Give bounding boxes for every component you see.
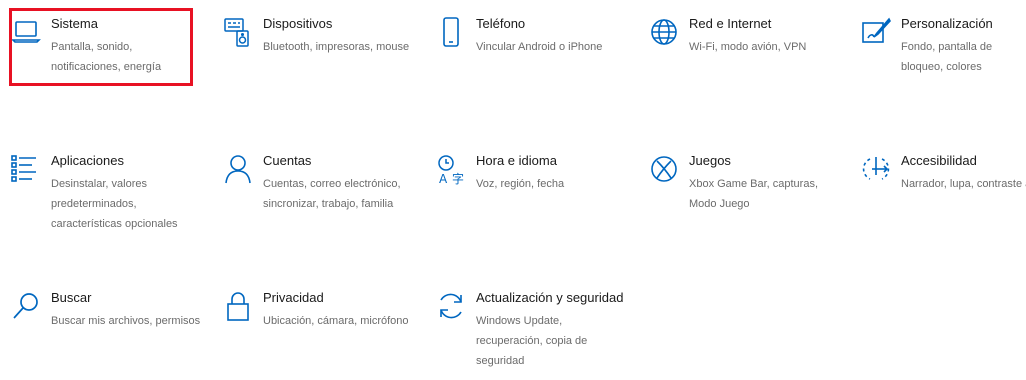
globe-icon xyxy=(648,16,680,48)
setting-hora-idioma[interactable]: A 字 Hora e idioma Voz, región, fecha xyxy=(435,153,615,243)
setting-title: Dispositivos xyxy=(263,16,333,31)
setting-dispositivos[interactable]: Dispositivos Bluetooth, impresoras, mous… xyxy=(222,16,412,106)
svg-text:字: 字 xyxy=(452,171,464,185)
setting-description: Desinstalar, valores predeterminados, ca… xyxy=(51,178,178,230)
setting-description: Bluetooth, impresoras, mouse xyxy=(263,41,410,53)
setting-title: Teléfono xyxy=(476,16,526,31)
setting-privacidad[interactable]: Privacidad Ubicación, cámara, micrófono xyxy=(222,290,412,380)
setting-title: Red e Internet xyxy=(689,16,772,31)
setting-description: Buscar mis archivos, permisos xyxy=(51,315,201,327)
setting-title: Privacidad xyxy=(263,290,324,305)
setting-title: Aplicaciones xyxy=(51,153,124,168)
devices-icon xyxy=(222,16,254,48)
search-icon xyxy=(10,290,42,322)
setting-red-internet[interactable]: Red e Internet Wi-Fi, modo avión, VPN xyxy=(648,16,828,106)
setting-title: Accesibilidad xyxy=(901,153,977,168)
svg-text:A: A xyxy=(439,172,448,185)
person-icon xyxy=(222,153,254,185)
setting-description: Xbox Game Bar, capturas, Modo Juego xyxy=(689,178,819,210)
lock-icon xyxy=(222,290,254,322)
refresh-icon xyxy=(435,290,467,322)
setting-aplicaciones[interactable]: Aplicaciones Desinstalar, valores predet… xyxy=(10,153,190,243)
setting-title: Buscar xyxy=(51,290,92,305)
setting-description: Cuentas, correo electrónico, sincronizar… xyxy=(263,178,401,210)
setting-accesibilidad[interactable]: Accesibilidad Narrador, lupa, contraste … xyxy=(860,153,1026,243)
setting-title: Cuentas xyxy=(263,153,312,168)
setting-juegos[interactable]: Juegos Xbox Game Bar, capturas, Modo Jue… xyxy=(648,153,828,243)
setting-title: Personalización xyxy=(901,16,993,31)
accessibility-icon xyxy=(860,153,892,185)
setting-description: Ubicación, cámara, micrófono xyxy=(263,315,409,327)
setting-description: Vincular Android o iPhone xyxy=(476,41,603,53)
setting-title: Actualización y seguridad xyxy=(476,290,624,305)
phone-icon xyxy=(435,16,467,48)
setting-description: Wi-Fi, modo avión, VPN xyxy=(689,41,807,53)
setting-buscar[interactable]: Buscar Buscar mis archivos, permisos xyxy=(10,290,200,380)
apps-list-icon xyxy=(10,153,42,185)
xbox-icon xyxy=(648,153,680,185)
setting-description: Fondo, pantalla de bloqueo, colores xyxy=(901,41,993,73)
setting-personalizacion[interactable]: Personalización Fondo, pantalla de bloqu… xyxy=(860,16,1020,106)
setting-actualizacion-seguridad[interactable]: Actualización y seguridad Windows Update… xyxy=(435,290,625,380)
setting-description: Windows Update, recuperación, copia de s… xyxy=(476,315,588,367)
setting-title: Hora e idioma xyxy=(476,153,557,168)
setting-description: Narrador, lupa, contraste alto xyxy=(901,178,1026,190)
personalization-icon xyxy=(860,16,892,48)
setting-cuentas[interactable]: Cuentas Cuentas, correo electrónico, sin… xyxy=(222,153,412,243)
setting-description: Voz, región, fecha xyxy=(476,178,565,190)
time-language-icon: A 字 xyxy=(435,153,467,185)
setting-telefono[interactable]: Teléfono Vincular Android o iPhone xyxy=(435,16,615,106)
setting-title: Juegos xyxy=(689,153,731,168)
selection-highlight xyxy=(9,8,193,86)
